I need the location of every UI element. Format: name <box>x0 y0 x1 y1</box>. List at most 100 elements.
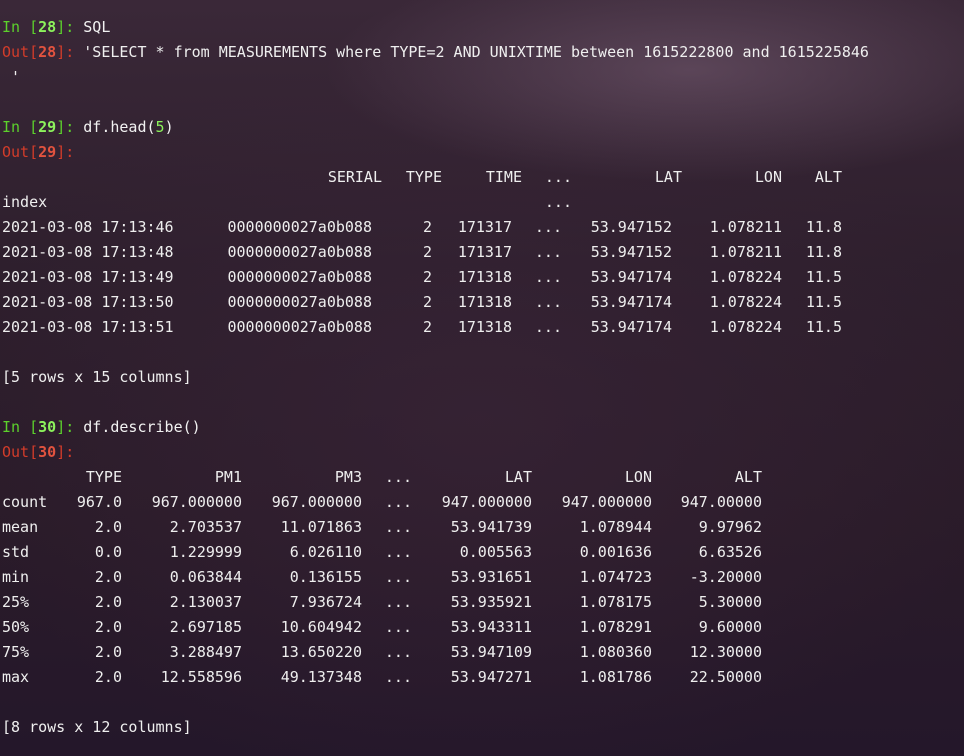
table-cell: 11.5 <box>805 268 842 286</box>
table-cell: 53.941739 <box>450 518 532 536</box>
output-line-30: Out[30]: <box>2 440 964 465</box>
table-cell: 0.136155 <box>289 568 362 586</box>
header-pm3: PM3 <box>334 468 362 486</box>
table-cell: 12.558596 <box>160 668 242 686</box>
input-code: df.describe() <box>83 418 201 436</box>
row-index: mean <box>2 518 39 536</box>
table-cell: 2.0 <box>94 618 122 636</box>
table-cell: 171318 <box>457 318 512 336</box>
table-cell: 53.947152 <box>590 243 672 261</box>
table-cell: 171317 <box>457 243 512 261</box>
head-table-body: 2021-03-08 17:13:46 0000000027a0b088 2 1713… <box>2 215 964 340</box>
table-cell: ... <box>534 218 562 236</box>
out-prompt: Out[30]: <box>2 443 84 461</box>
table-cell: 13.650220 <box>280 643 362 661</box>
row-index: 2021-03-08 17:13:46 <box>2 218 174 236</box>
table-cell: 967.000000 <box>271 493 362 511</box>
table-cell: 1.078224 <box>709 318 782 336</box>
output-line-28: Out[28]: 'SELECT * from MEASUREMENTS whe… <box>2 40 964 65</box>
table-row: std 0.0 1.229999 6.026110... 0.005563 0.00163… <box>2 540 964 565</box>
table-cell: 9.60000 <box>698 618 762 636</box>
table-cell: ... <box>384 568 412 586</box>
table-cell: 1.078211 <box>709 218 782 236</box>
table-cell: 6.63526 <box>698 543 762 561</box>
table-cell: 1.078224 <box>709 293 782 311</box>
row-index: 2021-03-08 17:13:49 <box>2 268 174 286</box>
head-table-index-row: index... <box>2 190 964 215</box>
header-lat: LAT <box>654 168 682 186</box>
table-cell: 11.8 <box>805 218 842 236</box>
table-cell: ... <box>534 318 562 336</box>
table-cell: 53.931651 <box>450 568 532 586</box>
index-name: index <box>2 193 48 211</box>
table-cell: 0.0 <box>94 543 122 561</box>
input-line-28[interactable]: In [28]: SQL <box>2 15 964 40</box>
table-row: 75% 2.0 3.288497 13.650220... 53.947109 1.080… <box>2 640 964 665</box>
describe-table-header: TYPE PM1 PM3... LAT LON ALT <box>2 465 964 490</box>
table-cell: 6.026110 <box>289 543 362 561</box>
input-code: SQL <box>83 18 111 36</box>
table-cell: -3.20000 <box>689 568 762 586</box>
table-cell: 11.5 <box>805 318 842 336</box>
header-lat: LAT <box>504 468 532 486</box>
table-cell: ... <box>384 593 412 611</box>
table-cell: 11.8 <box>805 243 842 261</box>
table-cell: 3.288497 <box>169 643 242 661</box>
row-index: 25% <box>2 593 30 611</box>
table-cell: 947.000000 <box>561 493 652 511</box>
head-table-header: SERIAL TYPE TIME... LAT LON ALT <box>2 165 964 190</box>
table-cell: 1.081786 <box>579 668 652 686</box>
table-cell: ... <box>384 643 412 661</box>
table-row: 2021-03-08 17:13:50 0000000027a0b088 2 1713… <box>2 290 964 315</box>
table-cell: 1.080360 <box>579 643 652 661</box>
table-cell: 1.078175 <box>579 593 652 611</box>
table-cell: 0.005563 <box>459 543 532 561</box>
table-cell: 1.074723 <box>579 568 652 586</box>
index-ellipsis: ... <box>544 193 572 211</box>
table-cell: 53.947109 <box>450 643 532 661</box>
table-row: 2021-03-08 17:13:48 0000000027a0b088 2 1713… <box>2 240 964 265</box>
table-cell: 967.000000 <box>151 493 242 511</box>
table-row: 2021-03-08 17:13:51 0000000027a0b088 2 1713… <box>2 315 964 340</box>
table-cell: 2 <box>422 318 432 336</box>
describe-table-shape: [8 rows x 12 columns] <box>2 718 192 736</box>
table-cell: 53.943311 <box>450 618 532 636</box>
header-type: TYPE <box>405 168 442 186</box>
table-cell: 1.078211 <box>709 243 782 261</box>
table-cell: 1.229999 <box>169 543 242 561</box>
table-cell: 2 <box>422 243 432 261</box>
table-cell: 0.001636 <box>579 543 652 561</box>
table-cell: 53.947174 <box>590 268 672 286</box>
table-row: count 967.0 967.000000 967.000000... 947.000… <box>2 490 964 515</box>
table-cell: ... <box>384 493 412 511</box>
row-index: 2021-03-08 17:13:48 <box>2 243 174 261</box>
table-cell: 11.071863 <box>280 518 362 536</box>
input-line-29[interactable]: In [29]: df.head(5) <box>2 115 964 140</box>
table-cell: ... <box>384 618 412 636</box>
table-cell: 12.30000 <box>689 643 762 661</box>
table-cell: 53.947271 <box>450 668 532 686</box>
table-cell: ... <box>384 543 412 561</box>
row-index: 50% <box>2 618 30 636</box>
row-index: 75% <box>2 643 30 661</box>
table-cell: 171318 <box>457 268 512 286</box>
table-row: 2021-03-08 17:13:49 0000000027a0b088 2 1713… <box>2 265 964 290</box>
table-cell: 53.947152 <box>590 218 672 236</box>
header-serial: SERIAL <box>327 168 382 186</box>
header-lon: LON <box>754 168 782 186</box>
input-line-30[interactable]: In [30]: df.describe() <box>2 415 964 440</box>
header-type: TYPE <box>85 468 122 486</box>
head-table-shape: [5 rows x 15 columns] <box>2 368 192 386</box>
output-text: 'SELECT * from MEASUREMENTS where TYPE=2… <box>83 43 869 61</box>
table-cell: 1.078224 <box>709 268 782 286</box>
in-prompt: In [29]: <box>2 118 84 136</box>
table-cell: ... <box>534 293 562 311</box>
table-row: min 2.0 0.063844 0.136155... 53.931651 1.0747… <box>2 565 964 590</box>
table-cell: 947.00000 <box>680 493 762 511</box>
row-index: count <box>2 493 48 511</box>
table-cell: 9.97962 <box>698 518 762 536</box>
